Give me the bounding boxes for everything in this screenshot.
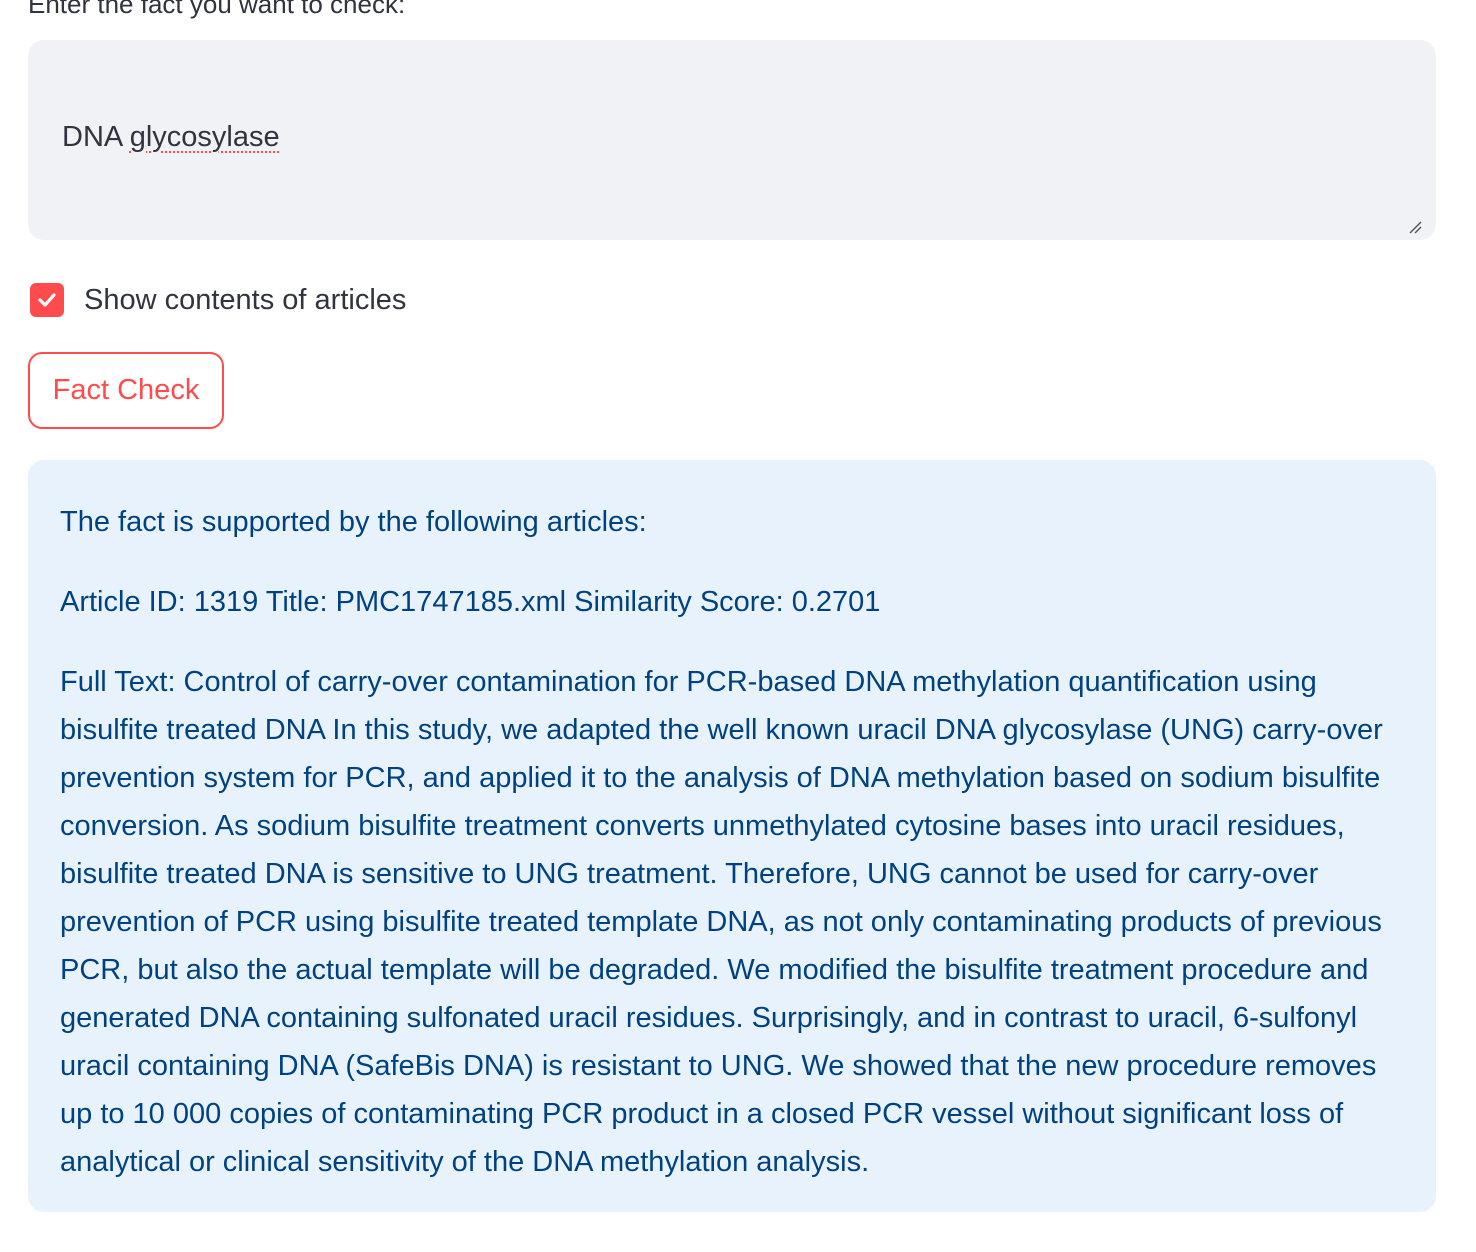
article-info: Article ID: 1319 Title: PMC1747185.xml S… <box>60 586 881 618</box>
checkmark-icon <box>38 293 56 307</box>
article-full-text: Full Text: Control of carry-over contami… <box>60 666 1383 1178</box>
fact-textarea[interactable]: DNA glycosylase <box>28 40 1436 240</box>
resize-handle-icon[interactable] <box>1408 220 1422 234</box>
show-contents-checkbox[interactable] <box>30 283 64 317</box>
fact-textarea-value[interactable]: DNA glycosylase <box>62 118 280 156</box>
input-word-misspelled: glycosylase <box>129 121 280 153</box>
result-info-box: The fact is supported by the following a… <box>28 460 1436 1212</box>
show-contents-label[interactable]: Show contents of articles <box>84 284 406 317</box>
fact-input-label: Enter the fact you want to check: <box>28 0 406 19</box>
show-contents-option[interactable]: Show contents of articles <box>30 280 406 320</box>
input-word-dna: DNA <box>62 121 122 153</box>
result-heading: The fact is supported by the following a… <box>60 506 647 538</box>
fact-check-button[interactable]: Fact Check <box>28 352 224 429</box>
